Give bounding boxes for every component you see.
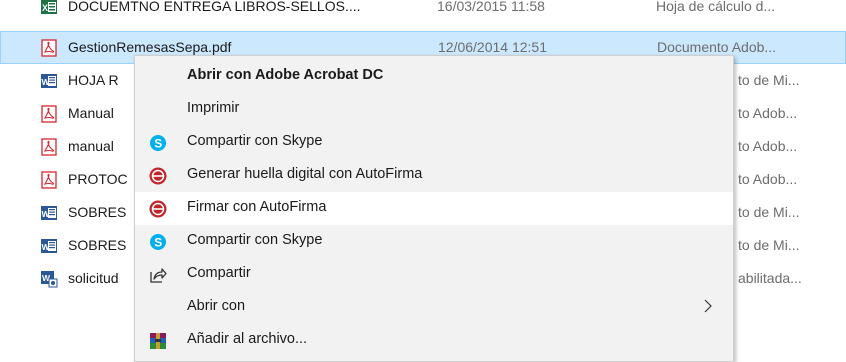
file-type: to Adob... [738, 105, 798, 121]
menu-item-label: Abrir con Adobe Acrobat DC [187, 67, 384, 83]
skype-icon: S [149, 134, 167, 152]
word-icon: W [40, 237, 58, 255]
menu-item-generate-fingerprint[interactable]: Generar huella digital con AutoFirma [135, 159, 733, 192]
file-name: solicitud [68, 270, 119, 286]
winrar-icon [149, 332, 167, 350]
word-icon: W [40, 204, 58, 222]
file-name: PROTOC [68, 171, 128, 187]
pdf-icon [40, 171, 58, 189]
file-name: SOBRES [68, 237, 127, 253]
menu-item-label: Abrir con [187, 298, 246, 314]
file-type: Documento Adob... [657, 39, 777, 55]
menu-item-share[interactable]: Compartir [135, 258, 733, 291]
share-icon [149, 266, 167, 284]
pdf-icon [40, 39, 58, 57]
menu-item-label: Generar huella digital con AutoFirma [187, 166, 423, 182]
file-name: GestionRemesasSepa.pdf [68, 39, 232, 55]
file-type: abilitada... [738, 270, 802, 286]
svg-text:S: S [154, 137, 162, 151]
menu-item-share-skype[interactable]: S Compartir con Skype [135, 126, 733, 159]
excel-icon: X [40, 0, 58, 16]
autofirma-icon [149, 200, 167, 218]
skype-icon: S [149, 233, 167, 251]
autofirma-icon [149, 167, 167, 185]
menu-item-label: Compartir con Skype [187, 232, 323, 248]
menu-item-label: Firmar con AutoFirma [187, 199, 327, 215]
file-name: SOBRES [68, 204, 127, 220]
word-icon: W [40, 72, 58, 90]
file-row[interactable]: X DOCUEMTNO ENTREGA LIBROS-SELLOS.... 16… [0, 0, 846, 23]
menu-item-add-to-archive[interactable]: Añadir al archivo... [135, 324, 733, 357]
file-type: to de Mi... [738, 237, 800, 253]
svg-text:W: W [42, 242, 51, 252]
file-type: Hoja de cálculo d... [656, 0, 776, 14]
file-name: HOJA R [68, 72, 119, 88]
pdf-icon [40, 138, 58, 156]
menu-item-share-skype-2[interactable]: S Compartir con Skype [135, 225, 733, 258]
file-type: to Adob... [738, 171, 798, 187]
file-name: Manual [68, 105, 114, 121]
menu-item-sign-autofirma[interactable]: Firmar con AutoFirma [135, 192, 733, 225]
menu-item-open-acrobat[interactable]: Abrir con Adobe Acrobat DC [135, 60, 733, 93]
file-name: manual [68, 138, 114, 154]
context-menu: Abrir con Adobe Acrobat DC Imprimir S Co… [134, 55, 734, 362]
menu-item-label: Imprimir [187, 100, 240, 116]
svg-text:W: W [42, 77, 51, 87]
file-name: DOCUEMTNO ENTREGA LIBROS-SELLOS.... [68, 0, 361, 14]
pdf-icon [40, 105, 58, 123]
svg-text:S: S [154, 236, 162, 250]
file-type: to Adob... [738, 138, 798, 154]
menu-item-label: Añadir al archivo... [187, 331, 308, 347]
word-macro-icon: W [40, 270, 58, 288]
menu-item-print[interactable]: Imprimir [135, 93, 733, 126]
svg-text:W: W [42, 209, 51, 219]
menu-item-label: Compartir [187, 265, 251, 281]
file-type: to de Mi... [738, 204, 800, 220]
menu-item-label: Compartir con Skype [187, 133, 323, 149]
file-date: 12/06/2014 12:51 [438, 39, 547, 55]
menu-item-open-with[interactable]: Abrir con [135, 291, 733, 324]
chevron-right-icon [703, 297, 713, 315]
file-type: to de Mi... [738, 72, 800, 88]
file-date: 16/03/2015 11:58 [437, 0, 545, 14]
svg-text:X: X [42, 3, 48, 13]
